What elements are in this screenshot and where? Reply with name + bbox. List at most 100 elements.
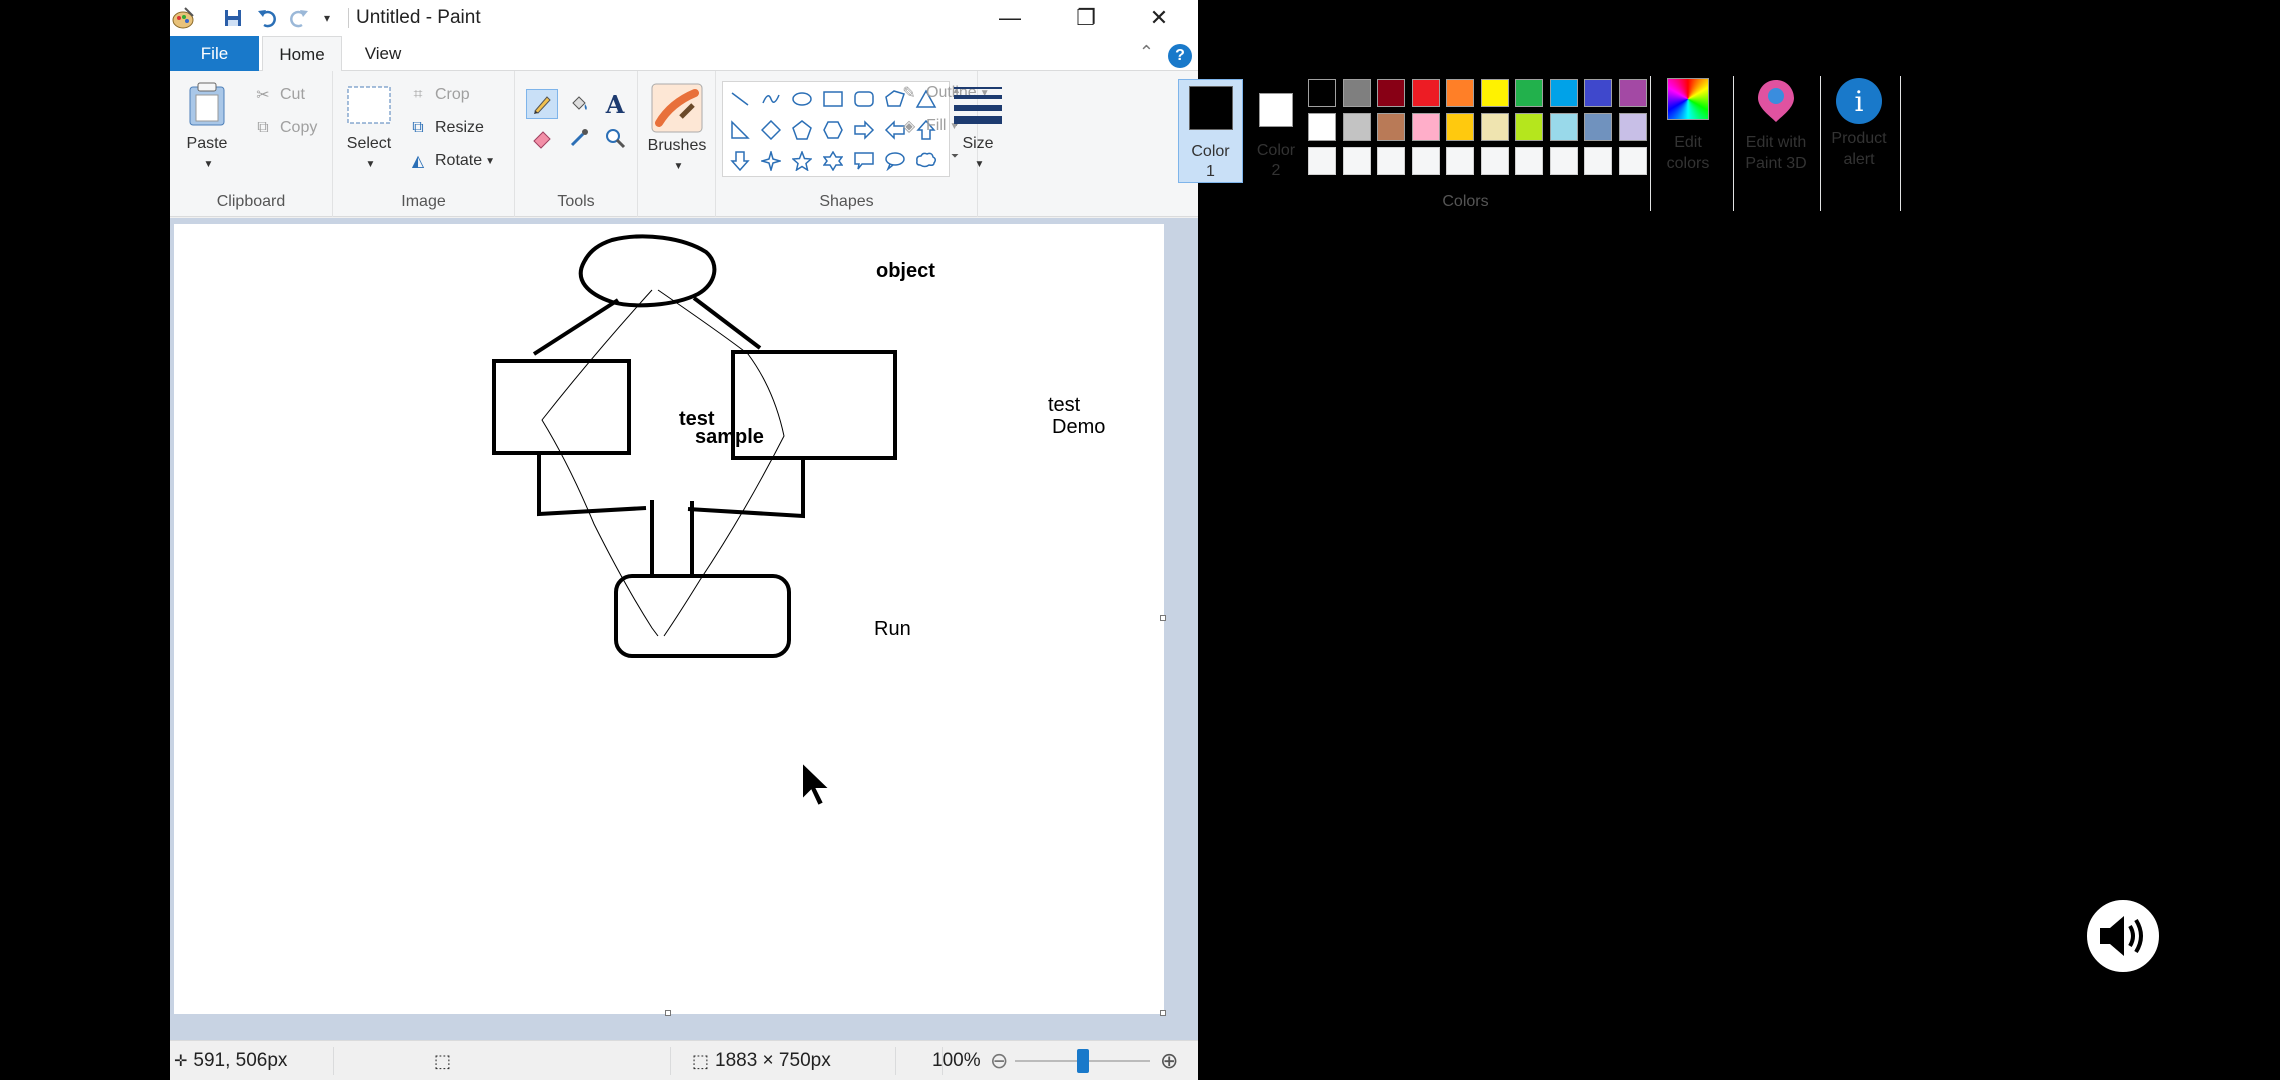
palette-custom-slot[interactable] (1584, 147, 1612, 175)
rotate-dropdown-icon[interactable]: ▼ (485, 156, 495, 167)
right-arrow-shape-icon[interactable] (850, 116, 878, 144)
rounded-rectangle-shape-icon[interactable] (850, 85, 878, 113)
palette-custom-slot[interactable] (1480, 147, 1509, 175)
resize-button[interactable]: ⧉ Resize (407, 116, 484, 140)
right-triangle-shape-icon[interactable] (726, 116, 754, 144)
palette-custom-slot[interactable] (1515, 147, 1543, 175)
palette-color-swatch[interactable] (1446, 113, 1474, 141)
palette-custom-slot[interactable] (1618, 147, 1647, 175)
paste-dropdown-icon[interactable]: ▼ (204, 154, 214, 175)
six-point-star-shape-icon[interactable] (819, 147, 847, 175)
shapes-group-label: Shapes (819, 193, 874, 210)
canvas-size-icon: ⬚ (692, 1050, 710, 1071)
tab-file[interactable]: File (170, 36, 259, 71)
eraser-icon[interactable] (526, 123, 558, 153)
brushes-dropdown-icon[interactable]: ▼ (674, 156, 684, 177)
help-icon[interactable]: ? (1168, 44, 1192, 68)
down-arrow-shape-icon[interactable] (726, 147, 754, 175)
rectangular-callout-shape-icon[interactable] (850, 147, 878, 175)
palette-color-swatch[interactable] (1342, 79, 1371, 107)
ribbon-separator (1733, 76, 1734, 211)
paste-button[interactable]: Paste ▼ (182, 81, 232, 175)
palette-color-swatch[interactable] (1308, 113, 1336, 141)
palette-custom-slot[interactable] (1411, 147, 1440, 175)
crop-button[interactable]: ⌗ Crop (407, 83, 469, 107)
collapse-ribbon-icon[interactable]: ⌃ (1139, 42, 1154, 63)
status-separator (670, 1047, 671, 1075)
redo-icon[interactable] (286, 6, 312, 30)
tab-view[interactable]: View (348, 36, 418, 71)
paint-app-icon[interactable] (170, 6, 196, 30)
size-button[interactable]: Size ▼ (948, 85, 1008, 175)
restore-button[interactable]: ❐ (1052, 0, 1120, 36)
palette-custom-slot[interactable] (1342, 147, 1371, 175)
cloud-callout-shape-icon[interactable] (912, 147, 940, 175)
color2-button[interactable]: Color 2 (1246, 79, 1306, 183)
zoom-out-button[interactable]: ⊖ (990, 1048, 1008, 1073)
resize-handle-right[interactable] (1160, 615, 1166, 621)
palette-color-swatch[interactable] (1549, 113, 1578, 141)
palette-color-swatch[interactable] (1480, 113, 1509, 141)
palette-color-swatch[interactable] (1342, 113, 1371, 141)
zoom-slider-thumb[interactable] (1077, 1049, 1089, 1073)
edit-with-paint3d-button[interactable]: Edit with Paint 3D (1733, 78, 1819, 188)
resize-handle-corner[interactable] (1160, 1010, 1166, 1016)
copy-button[interactable]: ⧉ Copy (252, 116, 317, 140)
resize-handle-bottom[interactable] (665, 1010, 671, 1016)
palette-color-swatch[interactable] (1618, 113, 1647, 141)
drawing-canvas[interactable]: object test sample test Demo Run (174, 224, 1164, 1014)
palette-color-swatch[interactable] (1377, 79, 1405, 107)
cut-button[interactable]: ✂ Cut (252, 83, 305, 107)
palette-color-swatch[interactable] (1618, 79, 1647, 107)
color2-swatch (1259, 93, 1293, 127)
palette-color-swatch[interactable] (1411, 79, 1440, 107)
palette-color-swatch[interactable] (1584, 113, 1612, 141)
four-point-star-shape-icon[interactable] (757, 147, 785, 175)
zoom-level: 100% (932, 1050, 981, 1071)
line-shape-icon[interactable] (726, 85, 754, 113)
color-picker-icon[interactable] (563, 123, 595, 153)
edit-colors-button[interactable]: Edit colors (1655, 78, 1721, 188)
minimize-button[interactable]: — (976, 0, 1044, 36)
palette-custom-slot[interactable] (1377, 147, 1405, 175)
select-dropdown-icon[interactable]: ▼ (366, 154, 376, 175)
palette-color-swatch[interactable] (1411, 113, 1440, 141)
select-button[interactable]: Select ▼ (343, 85, 395, 175)
fill-bucket-icon[interactable] (563, 89, 595, 119)
oval-shape-icon[interactable] (788, 85, 816, 113)
hexagon-shape-icon[interactable] (819, 116, 847, 144)
pentagon-shape-icon[interactable] (788, 116, 816, 144)
palette-color-swatch[interactable] (1446, 79, 1474, 107)
oval-callout-shape-icon[interactable] (881, 147, 909, 175)
palette-custom-slot[interactable] (1446, 147, 1474, 175)
product-alert-button[interactable]: i Product alert (1826, 78, 1892, 188)
save-icon[interactable] (220, 6, 246, 30)
close-button[interactable]: ✕ (1125, 0, 1193, 36)
brushes-button[interactable]: Brushes ▼ (646, 83, 708, 177)
palette-custom-slot[interactable] (1549, 147, 1578, 175)
customize-quick-access-icon[interactable]: ▾ (318, 6, 336, 30)
curve-shape-icon[interactable] (757, 85, 785, 113)
color1-button[interactable]: Color 1 (1178, 79, 1243, 183)
rectangle-shape-icon[interactable] (819, 85, 847, 113)
diamond-shape-icon[interactable] (757, 116, 785, 144)
rotate-button[interactable]: ◭ Rotate ▼ (407, 149, 495, 173)
sound-button[interactable] (2082, 895, 2164, 977)
palette-color-swatch[interactable] (1515, 79, 1543, 107)
tab-home[interactable]: Home (262, 36, 342, 72)
pencil-icon[interactable] (526, 89, 558, 119)
palette-color-swatch[interactable] (1308, 79, 1336, 107)
five-point-star-shape-icon[interactable] (788, 147, 816, 175)
palette-custom-slot[interactable] (1308, 147, 1336, 175)
palette-color-swatch[interactable] (1480, 79, 1509, 107)
palette-color-swatch[interactable] (1584, 79, 1612, 107)
magnifier-icon[interactable] (599, 123, 631, 153)
object-label: object (876, 260, 935, 282)
palette-color-swatch[interactable] (1549, 79, 1578, 107)
text-tool-icon[interactable]: A (599, 89, 631, 119)
palette-color-swatch[interactable] (1377, 113, 1405, 141)
zoom-in-button[interactable]: ⊕ (1160, 1048, 1178, 1073)
size-dropdown-icon[interactable]: ▼ (975, 154, 985, 175)
palette-color-swatch[interactable] (1515, 113, 1543, 141)
undo-icon[interactable] (254, 6, 280, 30)
